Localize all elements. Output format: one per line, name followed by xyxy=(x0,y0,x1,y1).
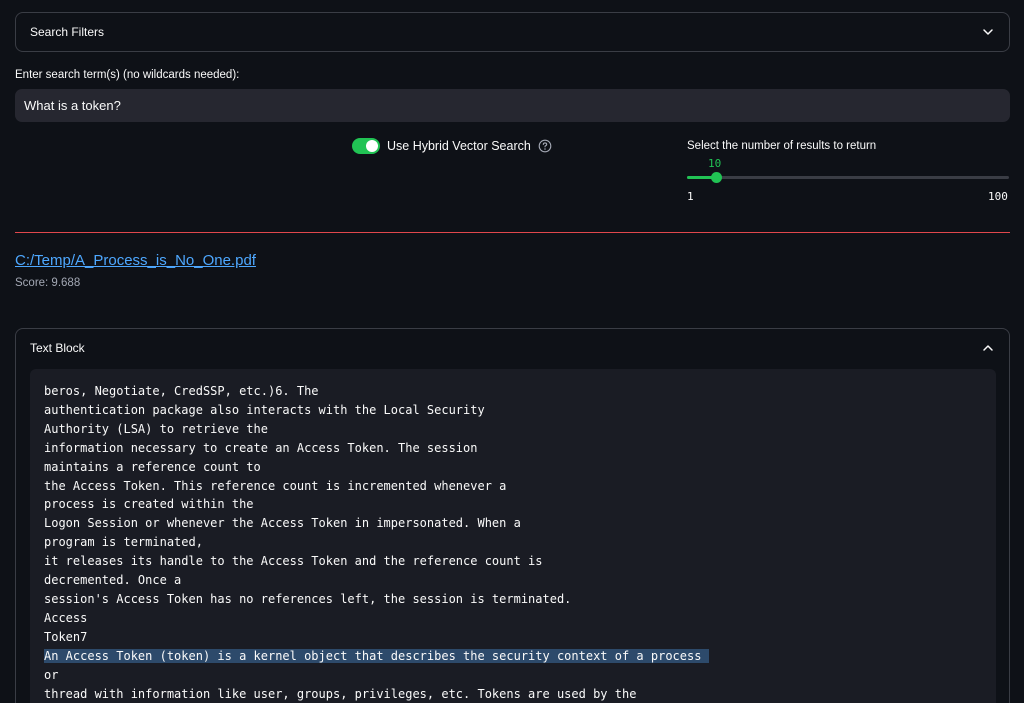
text-block-line: information necessary to create an Acces… xyxy=(44,439,982,458)
search-input[interactable] xyxy=(15,89,1010,122)
text-block-line-text: An Access Token (token) is a kernel obje… xyxy=(44,648,709,663)
app-page: Search Filters Enter search term(s) (no … xyxy=(0,0,1024,703)
text-block-expander[interactable]: Text Block beros, Negotiate, CredSSP, et… xyxy=(15,328,1010,703)
text-block-line-text: maintains a reference count to xyxy=(44,459,261,474)
text-block-line-text: Token7 xyxy=(44,629,88,644)
results-slider-thumb[interactable] xyxy=(711,172,722,183)
results-slider-min: 1 xyxy=(687,190,694,203)
results-divider xyxy=(15,232,1010,233)
text-block-line: program is terminated, xyxy=(44,533,982,552)
text-block-line-text: thread with information like user, group… xyxy=(44,686,637,701)
text-block-line-text: Access xyxy=(44,610,88,625)
text-block-line: beros, Negotiate, CredSSP, etc.)6. The xyxy=(44,382,982,401)
hybrid-search-row: Use Hybrid Vector Search xyxy=(352,138,552,154)
text-block-line-text: decremented. Once a xyxy=(44,573,182,588)
text-block-line-text: session's Access Token has no references… xyxy=(44,591,572,606)
text-block-line-text: beros, Negotiate, CredSSP, etc.)6. The xyxy=(44,384,319,398)
text-block-line: maintains a reference count to xyxy=(44,458,982,477)
text-block-line-text: process is created within the xyxy=(44,497,254,512)
text-block-line-text: Logon Session or whenever the Access Tok… xyxy=(44,516,521,531)
text-block-line: Logon Session or whenever the Access Tok… xyxy=(44,514,982,533)
text-block-line: thread with information like user, group… xyxy=(44,685,982,703)
results-slider-label: Select the number of results to return xyxy=(687,140,877,152)
results-slider[interactable] xyxy=(687,172,1009,183)
search-filters-expander[interactable]: Search Filters xyxy=(15,12,1010,52)
text-block-line-text: it releases its handle to the Access Tok… xyxy=(44,554,543,569)
text-block-line: or xyxy=(44,666,982,685)
results-slider-value: 10 xyxy=(708,157,722,170)
search-filters-title: Search Filters xyxy=(30,25,105,39)
text-block-line: decremented. Once a xyxy=(44,571,982,590)
text-block-line-text: Authority (LSA) to retrieve the xyxy=(44,421,268,436)
results-slider-max: 100 xyxy=(988,190,1008,203)
text-block-line: Token7 xyxy=(44,628,982,647)
text-block-content: beros, Negotiate, CredSSP, etc.)6. The au… xyxy=(30,369,996,703)
text-block-line-text: information necessary to create an Acces… xyxy=(44,440,478,455)
text-block-line: authentication package also interacts wi… xyxy=(44,401,982,420)
toggle-knob xyxy=(366,140,378,152)
help-icon[interactable] xyxy=(538,139,552,153)
text-block-line: the Access Token. This reference count i… xyxy=(44,477,982,496)
text-block-line-text: the Access Token. This reference count i… xyxy=(44,478,507,493)
text-block-title: Text Block xyxy=(30,341,85,355)
chevron-down-icon[interactable] xyxy=(981,25,995,39)
search-input-label: Enter search term(s) (no wildcards neede… xyxy=(15,69,240,81)
chevron-up-icon[interactable] xyxy=(981,341,995,355)
text-block-line-text: or xyxy=(44,667,59,682)
text-block-line-text: program is terminated, xyxy=(44,535,203,550)
text-block-line: Authority (LSA) to retrieve the xyxy=(44,420,982,439)
text-block-line: session's Access Token has no references… xyxy=(44,590,982,609)
result-score: Score: 9.688 xyxy=(15,277,81,289)
result-file-link[interactable]: C:/Temp/A_Process_is_No_One.pdf xyxy=(15,252,256,269)
text-block-line-text: authentication package also interacts wi… xyxy=(44,402,485,417)
text-block-line: An Access Token (token) is a kernel obje… xyxy=(44,647,982,666)
search-filters-header[interactable]: Search Filters xyxy=(16,13,1009,51)
hybrid-search-toggle[interactable] xyxy=(352,138,380,154)
text-block-line: Access xyxy=(44,609,982,628)
text-block-line: it releases its handle to the Access Tok… xyxy=(44,552,982,571)
hybrid-search-label[interactable]: Use Hybrid Vector Search xyxy=(387,139,531,153)
text-block-line: process is created within the xyxy=(44,495,982,514)
text-block-header[interactable]: Text Block xyxy=(16,329,1009,367)
